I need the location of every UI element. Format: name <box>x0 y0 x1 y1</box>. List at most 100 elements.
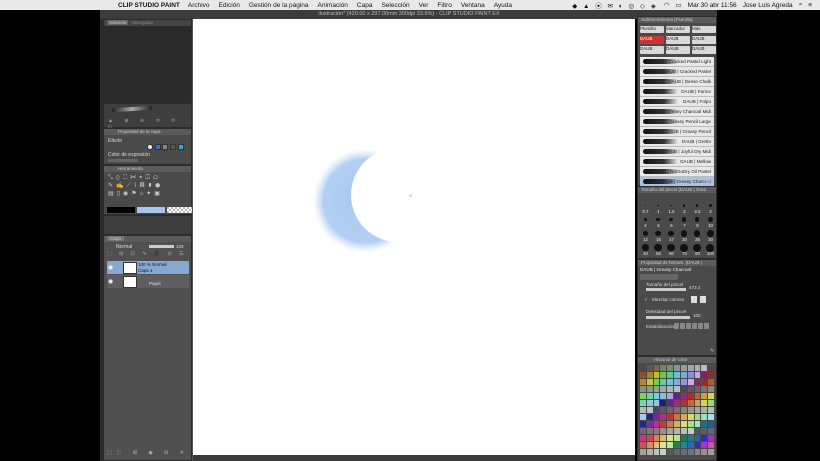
group-daub-5[interactable]: DAUB <box>666 46 690 54</box>
palette-swatch[interactable] <box>701 407 708 413</box>
palette-swatch[interactable] <box>660 428 667 434</box>
menu-capa[interactable]: Capa <box>357 2 373 9</box>
eye-icon[interactable]: ◉ <box>108 278 113 285</box>
eye-icon[interactable]: ◉ <box>108 264 113 271</box>
palette-swatch[interactable] <box>674 442 680 448</box>
palette-swatch[interactable] <box>680 435 687 441</box>
palette-swatch[interactable] <box>687 435 694 441</box>
palette-swatch[interactable] <box>708 365 714 371</box>
palette-swatch[interactable] <box>660 449 667 455</box>
palette-swatch[interactable] <box>640 442 646 448</box>
palette-swatch[interactable] <box>667 449 674 455</box>
palette-swatch[interactable] <box>694 449 701 455</box>
palette-swatch[interactable] <box>708 407 714 413</box>
brush-size-option[interactable]: 3 <box>704 202 716 215</box>
palette-swatch[interactable] <box>653 414 660 420</box>
palette-swatch[interactable] <box>680 400 687 406</box>
brush-size-value[interactable]: 472.4 <box>689 285 701 290</box>
palette-swatch[interactable] <box>674 407 680 413</box>
palette-swatch[interactable] <box>640 428 646 434</box>
palette-swatch[interactable] <box>687 393 694 399</box>
palette-swatch[interactable] <box>708 393 714 399</box>
palette-swatch[interactable] <box>653 442 660 448</box>
palette-swatch[interactable] <box>660 400 667 406</box>
brush-size-option[interactable]: 10 <box>704 216 716 229</box>
stabilization-slider[interactable] <box>674 323 710 329</box>
palette-swatch[interactable] <box>646 414 653 420</box>
palette-swatch[interactable] <box>708 442 714 448</box>
group-daub-2[interactable]: DAUB <box>666 36 690 44</box>
palette-swatch[interactable] <box>660 386 667 392</box>
palette-swatch[interactable] <box>708 414 714 420</box>
user-name[interactable]: Jose Luis Agreda <box>743 2 793 9</box>
palette-swatch[interactable] <box>646 386 653 392</box>
menu-edicion[interactable]: Edición <box>219 2 240 9</box>
brush-size-option[interactable]: 4 <box>639 216 651 229</box>
palette-swatch[interactable] <box>640 449 646 455</box>
tab-navegador[interactable]: Navegador <box>130 20 156 25</box>
palette-swatch[interactable] <box>667 435 674 441</box>
palette-swatch[interactable] <box>660 365 667 371</box>
palette-swatch[interactable] <box>646 442 653 448</box>
palette-swatch[interactable] <box>680 414 687 420</box>
palette-swatch[interactable] <box>667 365 674 371</box>
cyan-swatch[interactable] <box>177 144 184 150</box>
main-color-swatch[interactable] <box>107 207 135 213</box>
canvas-paper[interactable]: + <box>193 19 635 455</box>
palette-swatch[interactable] <box>680 379 687 385</box>
dark-swatch[interactable] <box>170 144 177 150</box>
mix-mode-button[interactable] <box>700 296 706 303</box>
group-daub-6[interactable]: DAUB <box>692 46 716 54</box>
battery-icon[interactable]: ▭ <box>676 1 682 9</box>
tab-marcador[interactable]: Marcador <box>666 26 690 33</box>
palette-swatch[interactable] <box>646 365 653 371</box>
tab-mas[interactable]: Más <box>692 26 716 33</box>
palette-swatch[interactable] <box>674 379 680 385</box>
palette-swatch[interactable] <box>646 379 653 385</box>
menu-seleccion[interactable]: Selección <box>381 2 409 9</box>
group-daub-1[interactable]: DAUB <box>640 36 664 44</box>
palette-swatch[interactable] <box>708 449 714 455</box>
layer-bottom-toolbar[interactable]: ⬚⬚ ⊞ ◉ ⊟ ✕ <box>107 450 189 456</box>
brush-item[interactable]: DAUB | Joyful Dry Midi <box>640 147 714 157</box>
brush-density-slider[interactable] <box>646 316 690 319</box>
brush-size-option[interactable]: 8 <box>691 216 703 229</box>
menu-filtro[interactable]: Filtro <box>437 2 451 9</box>
palette-swatch[interactable] <box>694 442 701 448</box>
palette-swatch[interactable] <box>708 372 714 378</box>
palette-swatch[interactable] <box>660 414 667 420</box>
palette-swatch[interactable] <box>680 372 687 378</box>
palette-swatch[interactable] <box>640 400 646 406</box>
opacity-value[interactable]: 100 <box>176 244 184 249</box>
palette-swatch[interactable] <box>680 449 687 455</box>
palette-swatch[interactable] <box>660 407 667 413</box>
palette-swatch[interactable] <box>701 428 708 434</box>
brush-size-slider[interactable] <box>646 288 686 291</box>
brush-size-option[interactable]: 15 <box>652 230 664 243</box>
effect-buttons[interactable] <box>147 144 184 152</box>
palette-swatch[interactable] <box>667 428 674 434</box>
brush-size-option[interactable]: 40 <box>639 244 651 257</box>
palette-swatch[interactable] <box>701 379 708 385</box>
palette-swatch[interactable] <box>653 449 660 455</box>
palette-swatch[interactable] <box>646 421 653 427</box>
zoom-slider[interactable] <box>112 105 152 113</box>
brush-size-option[interactable]: 6 <box>665 216 677 229</box>
menu-archivo[interactable]: Archivo <box>188 2 210 9</box>
tab-subvista[interactable]: Subvista <box>107 20 129 25</box>
palette-swatch[interactable] <box>640 414 646 420</box>
brush-size-option[interactable]: 80 <box>691 243 703 257</box>
palette-swatch[interactable] <box>674 386 680 392</box>
canvas-workspace[interactable]: + <box>192 19 635 461</box>
palette-swatch[interactable] <box>667 421 674 427</box>
palette-swatch[interactable] <box>708 379 714 385</box>
palette-swatch[interactable] <box>674 400 680 406</box>
palette-swatch[interactable] <box>680 421 687 427</box>
blue-swatch[interactable] <box>154 144 161 150</box>
palette-swatch[interactable] <box>640 393 646 399</box>
palette-swatch[interactable] <box>640 421 646 427</box>
menu-gestion-pagina[interactable]: Gestión de la página <box>249 2 309 9</box>
palette-swatch[interactable] <box>687 379 694 385</box>
palette-swatch[interactable] <box>667 393 674 399</box>
palette-swatch[interactable] <box>674 393 680 399</box>
